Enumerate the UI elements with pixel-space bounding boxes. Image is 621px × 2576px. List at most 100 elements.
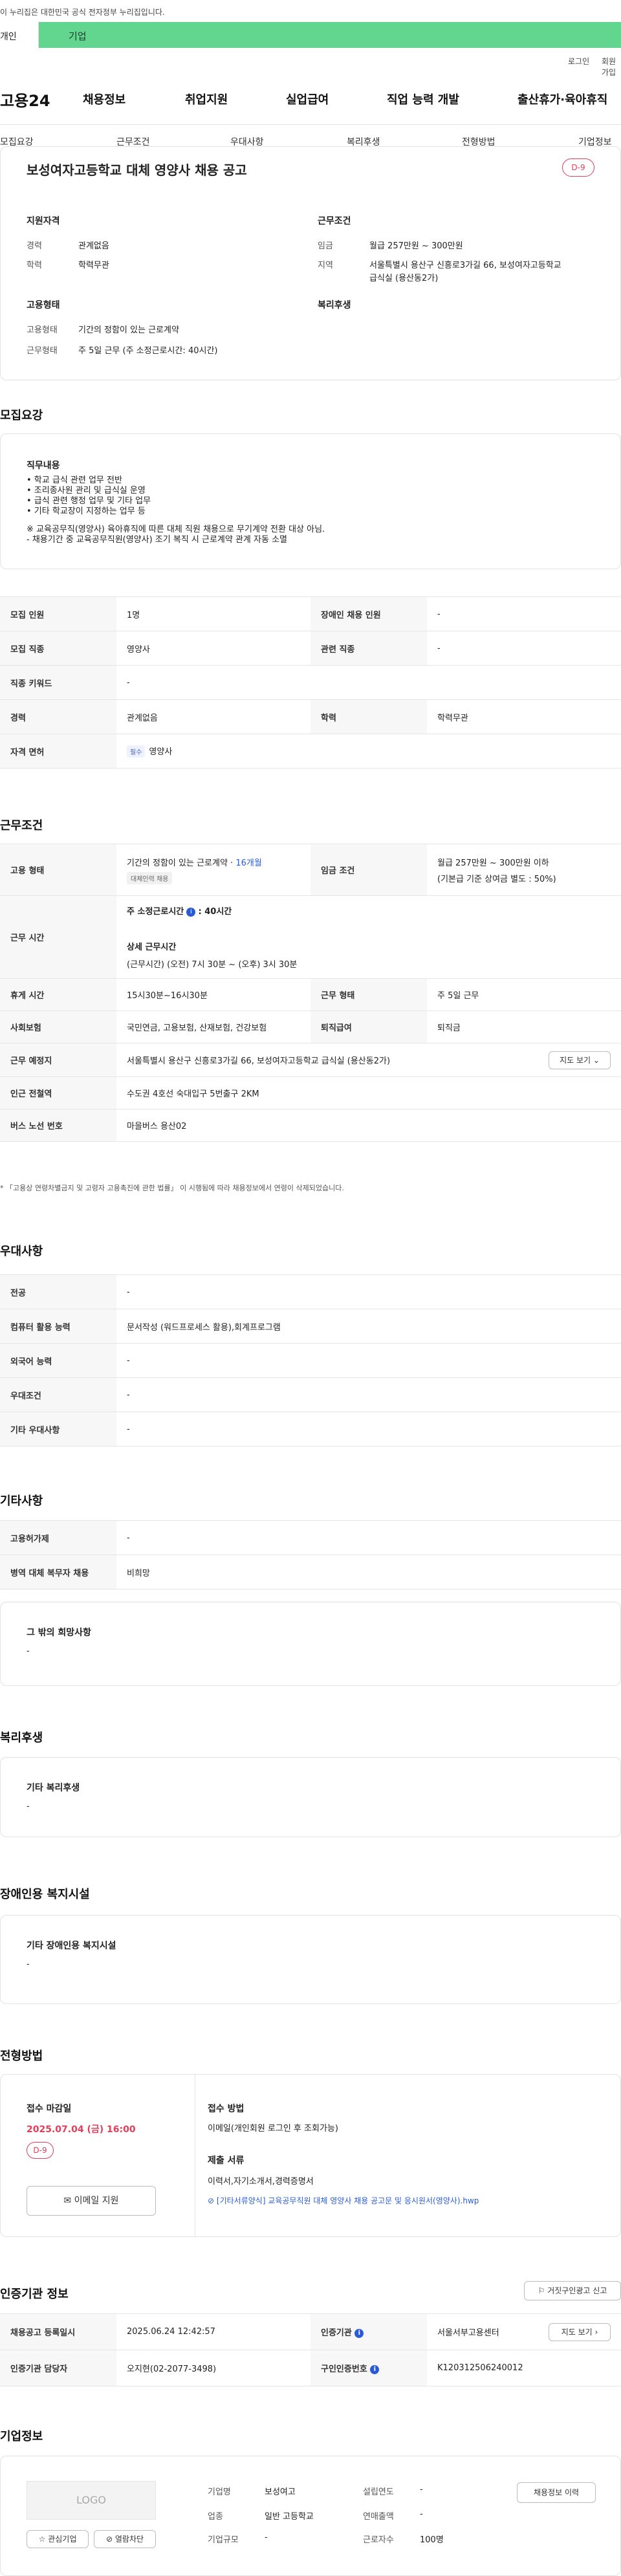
method-value: 이메일(개인회원 로그인 후 조회가능) bbox=[208, 2124, 338, 2134]
cell-value: 마을버스 용산02 bbox=[116, 1109, 621, 1142]
block-label: 열람차단 bbox=[114, 2535, 144, 2544]
cond-wage-label: 임금 bbox=[318, 241, 333, 251]
email-apply-button[interactable]: ✉ 이메일 지원 bbox=[27, 2186, 156, 2216]
cell-value: - bbox=[116, 1412, 621, 1446]
emp-form-label: 근무형태 bbox=[27, 346, 58, 356]
info-icon[interactable]: i bbox=[354, 2328, 364, 2338]
table-row: 사회보험 국민연금, 고용보험, 산재보험, 건강보험 퇴직급여 퇴직금 bbox=[0, 1010, 621, 1043]
cell-header: 임금 조건 bbox=[310, 844, 427, 896]
org-label: 인증기관 bbox=[321, 2328, 352, 2338]
cell-value: 비희망 bbox=[116, 1555, 621, 1589]
cell-value: - bbox=[116, 1343, 621, 1378]
pref-title: 우대사항 bbox=[0, 1245, 43, 1258]
recruit-title: 모집요강 bbox=[0, 409, 43, 422]
welfare-box-title: 기타 복리후생 bbox=[27, 1783, 80, 1793]
report-button[interactable]: ⚐ 거짓구인광고 신고 bbox=[524, 2281, 621, 2300]
table-row: 고용허가제 - bbox=[0, 1520, 621, 1555]
block-company-button[interactable]: ⊘ 열람차단 bbox=[94, 2530, 156, 2548]
agency-map-button[interactable]: 지도 보기 › bbox=[549, 2323, 611, 2341]
tab-individual[interactable]: 개인 bbox=[0, 22, 39, 48]
cell-value: 필수 영양사 bbox=[116, 734, 621, 769]
table-row: 직종 키워드 - bbox=[0, 665, 621, 700]
recruit-table: 모집 인원 1명 장애인 채용 인원 - 모집 직종 영양사 관련 직종 - 직… bbox=[0, 596, 621, 769]
cell-header: 인증기관 담당자 bbox=[0, 2350, 116, 2386]
welfare-section-title: 복리후생 bbox=[0, 1731, 43, 1745]
place-value: 서울특별시 용산구 신흥로3가길 66, 보성여자고등학교 급식실 (용산동2가… bbox=[127, 1056, 391, 1066]
attachment-link[interactable]: ⊘ [기타서류양식] 교육공무직원 대체 영양사 채용 공고문 및 응시원서(영… bbox=[208, 2195, 479, 2206]
nav-vocational-training[interactable]: 직업 능력 개발 bbox=[387, 91, 459, 107]
detail-hours-title: 상세 근무시간 bbox=[127, 943, 177, 952]
cell-value: 퇴직금 bbox=[427, 1010, 621, 1043]
cell-header: 근무 예정지 bbox=[0, 1043, 116, 1077]
cell-value: 기간의 정함이 있는 근로계약 · 16개월 대체인력 채용 bbox=[116, 844, 310, 896]
fav-company-button[interactable]: ☆ 관심기업 bbox=[27, 2530, 89, 2548]
hope-card: 그 밖의 희망사항 - bbox=[0, 1602, 621, 1686]
emp-type-value: 기간의 정함이 있는 근로계약 bbox=[78, 325, 179, 335]
table-row: 모집 인원 1명 장애인 채용 인원 - bbox=[0, 596, 621, 631]
cell-header: 자격 면허 bbox=[0, 734, 116, 769]
cell-header: 학력 bbox=[310, 699, 427, 734]
tab-company[interactable]: 기업 bbox=[39, 22, 621, 48]
welfare-box-value: - bbox=[27, 1802, 30, 1811]
sales-value: - bbox=[420, 2509, 423, 2519]
cell-header: 외국어 능력 bbox=[0, 1343, 116, 1378]
cond-wage-value: 월급 257만원 ~ 300만원 bbox=[369, 241, 463, 251]
nav-unemployment-benefit[interactable]: 실업급여 bbox=[286, 91, 329, 107]
agency-table: 채용공고 등록일시 2025.06.24 12:42:57 인증기관 i 서울서… bbox=[0, 2313, 621, 2386]
cell-header: 전공 bbox=[0, 1274, 116, 1309]
emp-form-value: 주 5일 근무 (주 소정근로시간: 40시간) bbox=[78, 346, 218, 356]
duty-line: • 기타 학교장이 지정하는 업무 등 bbox=[27, 507, 146, 516]
wage-line-1: 월급 257만원 ~ 300만원 이하 bbox=[437, 858, 549, 868]
global-nav: 고용24 채용정보 취업지원 실업급여 직업 능력 개발 출산휴가·육아휴직 bbox=[0, 83, 621, 115]
cell-value: 학력무관 bbox=[427, 699, 621, 734]
duty-line: • 조리종사원 관리 및 급식실 운영 bbox=[27, 486, 146, 496]
site-logo[interactable]: 고용24 bbox=[0, 88, 50, 111]
duty-title: 직무내용 bbox=[27, 461, 60, 471]
cell-value: 15시30분~16시30분 bbox=[116, 978, 310, 1011]
emp-type-label: 고용형태 bbox=[27, 325, 58, 335]
login-link[interactable]: 로그인 bbox=[568, 56, 589, 67]
cell-value: 1명 bbox=[116, 596, 310, 631]
age-footnote: * 「고용상 연령차별금지 및 고령자 고용촉진에 관한 법률」 이 시행됨에 … bbox=[0, 1184, 344, 1192]
employees-label: 근로자수 bbox=[363, 2535, 394, 2545]
email-apply-label: 이메일 지원 bbox=[74, 2196, 119, 2206]
history-button[interactable]: 채용정보 이력 bbox=[517, 2482, 596, 2503]
cell-header: 인증기관 i bbox=[310, 2313, 427, 2350]
qual-career-label: 경력 bbox=[27, 241, 42, 251]
work-map-button[interactable]: 지도 보기 ⌄ bbox=[549, 1051, 611, 1069]
cell-value: - bbox=[116, 1520, 621, 1555]
est-year-label: 설립연도 bbox=[363, 2487, 394, 2497]
attachment-icon: ⊘ bbox=[208, 2196, 215, 2205]
cell-value: 서울서부고용센터 지도 보기 › bbox=[427, 2313, 621, 2350]
method-title: 접수 방법 bbox=[208, 2104, 245, 2114]
detail-hours-value: (근무시간) (오전) 7시 30분 ~ (오후) 3시 30분 bbox=[127, 960, 298, 970]
emp-type-text: 기간의 정함이 있는 근로계약 · bbox=[127, 858, 236, 868]
qual-title: 지원자격 bbox=[27, 216, 60, 226]
cell-value: 주 5일 근무 bbox=[427, 978, 621, 1011]
nav-jobs[interactable]: 채용정보 bbox=[83, 91, 125, 107]
info-icon[interactable]: i bbox=[370, 2364, 380, 2374]
duty-line: • 급식 관련 행정 업무 및 기타 업무 bbox=[27, 496, 151, 506]
signup-link[interactable]: 회원가입 bbox=[602, 56, 621, 78]
table-row: 기타 우대사항 - bbox=[0, 1412, 621, 1446]
deadline-value: 2025.07.04 (금) 16:00 bbox=[27, 2124, 136, 2135]
cell-value: - bbox=[427, 631, 621, 666]
duty-lines: • 학교 급식 관련 업무 전반 • 조리종사원 관리 및 급식실 운영 • 급… bbox=[27, 475, 325, 545]
nav-employment-support[interactable]: 취업지원 bbox=[185, 91, 228, 107]
cell-value: - bbox=[116, 1274, 621, 1309]
table-row: 버스 노선 번호 마을버스 용산02 bbox=[0, 1109, 621, 1142]
etc-table: 고용허가제 - 병역 대체 복무자 채용 비희망 bbox=[0, 1520, 621, 1589]
wage-line-2: (기본급 기준 상여금 별도 : 50%) bbox=[437, 874, 556, 884]
table-row: 근무 시간 주 소정근로시간 i : 40시간 상세 근무시간 (근무시간) (… bbox=[0, 895, 621, 979]
table-row: 채용공고 등록일시 2025.06.24 12:42:57 인증기관 i 서울서… bbox=[0, 2313, 621, 2350]
est-year-value: - bbox=[420, 2485, 423, 2494]
table-row: 자격 면허 필수 영양사 bbox=[0, 734, 621, 769]
duty-line: - 채용기간 중 교육공무직원(영양사) 조기 복직 시 근로계약 관계 자동 … bbox=[27, 535, 287, 545]
cell-header: 채용공고 등록일시 bbox=[0, 2313, 116, 2350]
info-icon[interactable]: i bbox=[186, 907, 196, 917]
cond-title: 근무조건 bbox=[318, 216, 351, 226]
emp-months: 16개월 bbox=[235, 858, 262, 868]
disab-card: 기타 장애인용 복지시설 - bbox=[0, 1915, 621, 2004]
table-row: 휴게 시간 15시30분~16시30분 근무 형태 주 5일 근무 bbox=[0, 978, 621, 1011]
nav-parental-leave[interactable]: 출산휴가·육아휴직 bbox=[518, 91, 607, 107]
